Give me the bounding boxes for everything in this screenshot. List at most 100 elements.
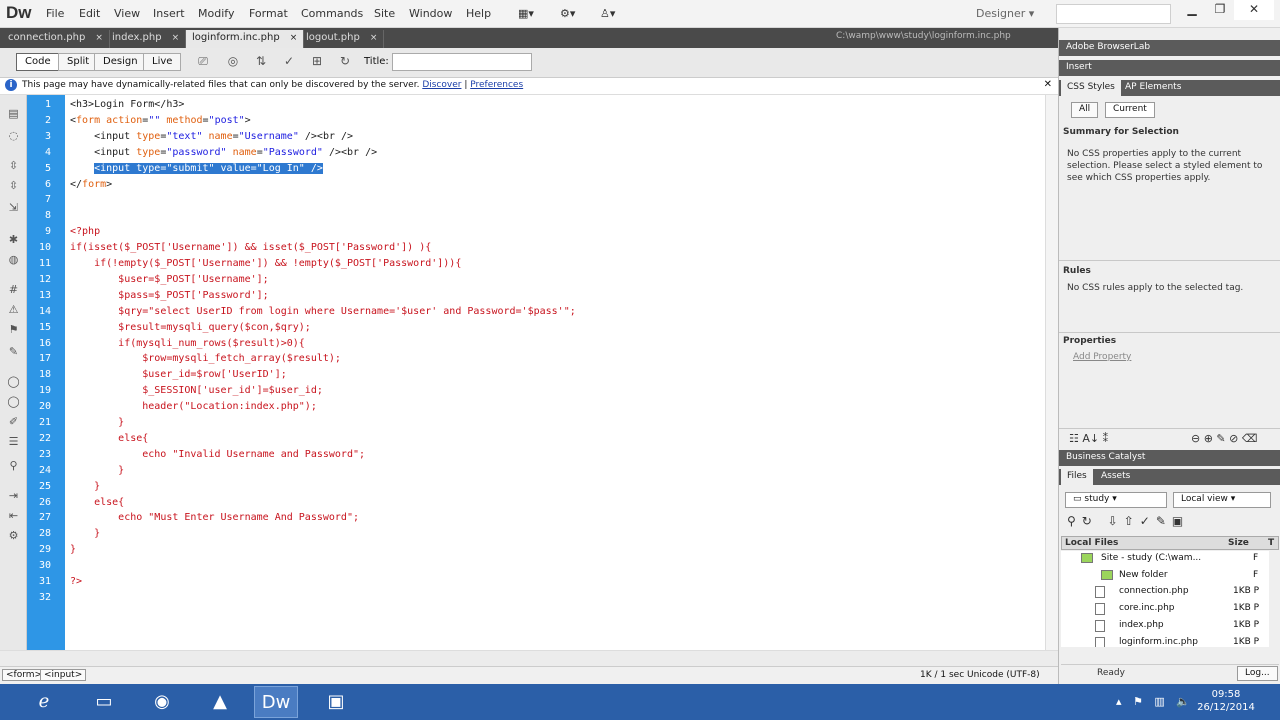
current-button[interactable]: Current xyxy=(1105,102,1155,118)
tab-assets[interactable]: Assets xyxy=(1095,469,1136,485)
code-line[interactable]: } xyxy=(70,544,76,555)
menu-window[interactable]: Window xyxy=(409,7,452,20)
file-management-icon[interactable]: ⇅ xyxy=(252,54,270,70)
tab-connection[interactable]: connection.php × xyxy=(2,30,110,48)
code-line[interactable]: <?php xyxy=(70,226,100,237)
log-button[interactable]: Log... xyxy=(1237,666,1278,681)
menu-modify[interactable]: Modify xyxy=(198,7,234,20)
code-line[interactable]: ?> xyxy=(70,576,82,587)
preferences-link[interactable]: Preferences xyxy=(470,80,523,90)
view-select[interactable]: Local view ▾ xyxy=(1173,492,1271,508)
browserlab-panel-header[interactable]: Adobe BrowserLab xyxy=(1059,40,1280,56)
file-explorer-icon[interactable]: ▭ xyxy=(82,686,126,718)
close-icon[interactable]: ✕ xyxy=(1234,0,1274,20)
code-line[interactable]: $user=$_POST['Username']; xyxy=(70,274,269,285)
code-line[interactable]: <input type="password" name="Password" /… xyxy=(70,147,377,158)
tab-files[interactable]: Files xyxy=(1061,469,1093,485)
panel-action-icons[interactable]: ⊖ ⊕ ✎ ⊘ ⌫ xyxy=(1191,432,1257,445)
info-icon[interactable]: ✎ xyxy=(6,345,21,359)
files-toolbar-icons[interactable]: ⚲↻ ⇩⇧✓✎▣ xyxy=(1067,514,1189,528)
syntax-error-icon[interactable]: ⚑ xyxy=(6,323,21,337)
code-line[interactable]: } xyxy=(70,417,124,428)
collapse-tag-icon[interactable]: ⇳ xyxy=(6,159,21,173)
apply-comment-icon[interactable]: ◯ xyxy=(6,375,21,389)
code-line[interactable]: $_SESSION['user_id']=$user_id; xyxy=(70,385,323,396)
all-button[interactable]: All xyxy=(1071,102,1099,118)
file-row[interactable]: New folder F xyxy=(1061,568,1269,584)
restore-icon[interactable]: ❐ xyxy=(1206,0,1234,20)
check-browser-icon[interactable]: ✓ xyxy=(280,54,298,70)
wrap-tag-icon[interactable]: ✐ xyxy=(6,415,21,429)
business-catalyst-header[interactable]: Business Catalyst xyxy=(1059,450,1280,466)
add-property-link[interactable]: Add Property xyxy=(1073,352,1131,362)
title-input[interactable] xyxy=(392,53,532,71)
taskbar-clock[interactable]: 09:58 26/12/2014 xyxy=(1196,688,1256,714)
code-editor[interactable]: <h3>Login Form</h3> <form action="" metho… xyxy=(65,95,1058,650)
show-code-navigator-icon[interactable]: ◌ xyxy=(6,129,21,143)
tab-css-styles[interactable]: CSS Styles xyxy=(1061,80,1121,96)
visual-aids-icon[interactable]: ⊞ xyxy=(308,54,326,70)
internet-explorer-icon[interactable]: ℯ xyxy=(22,686,66,718)
file-row[interactable]: loginform.inc.php 1KB P xyxy=(1061,635,1269,647)
code-line[interactable]: $result=mysqli_query($con,$qry); xyxy=(70,322,311,333)
indent-icon[interactable]: ⇥ xyxy=(6,489,21,503)
code-line[interactable]: $user_id=$row['UserID']; xyxy=(70,369,287,380)
tab-loginform[interactable]: loginform.inc.php × xyxy=(186,30,305,48)
file-row[interactable]: connection.php 1KB P xyxy=(1061,584,1269,600)
horizontal-scrollbar[interactable] xyxy=(0,650,1058,666)
code-line[interactable]: else{ xyxy=(70,433,148,444)
minimize-icon[interactable]: ▁ xyxy=(1178,0,1206,20)
close-icon[interactable]: ✕ xyxy=(1044,79,1052,90)
user-icon[interactable]: ♙▾ xyxy=(600,7,615,20)
design-view-button[interactable]: Design xyxy=(94,53,147,71)
insert-panel-header[interactable]: Insert xyxy=(1059,60,1280,76)
balance-braces-icon[interactable]: ◍ xyxy=(6,253,21,267)
menu-site[interactable]: Site xyxy=(374,7,395,20)
code-line[interactable]: if(mysqli_num_rows($result)>0){ xyxy=(70,338,305,349)
multiscreen-icon[interactable]: ⎚ xyxy=(194,54,212,70)
file-row[interactable]: Site - study (C:\wam... F xyxy=(1061,551,1269,567)
save-app-icon[interactable]: ▣ xyxy=(314,686,358,718)
code-line[interactable]: <input type="text" name="Username" /><br… xyxy=(70,131,353,142)
code-line[interactable]: if(isset($_POST['Username']) && isset($_… xyxy=(70,242,431,253)
site-select[interactable]: ▭ study ▾ xyxy=(1065,492,1167,508)
code-view-button[interactable]: Code xyxy=(16,53,60,71)
menu-edit[interactable]: Edit xyxy=(79,7,100,20)
tab-logout[interactable]: logout.php × xyxy=(300,30,385,48)
open-documents-icon[interactable]: ▤ xyxy=(6,107,21,121)
code-line[interactable]: <h3>Login Form</h3> xyxy=(70,99,184,110)
code-line[interactable]: $pass=$_POST['Password']; xyxy=(70,290,269,301)
code-line[interactable]: } xyxy=(70,528,100,539)
close-tab-icon[interactable]: × xyxy=(172,33,180,43)
file-row[interactable]: index.php 1KB P xyxy=(1061,618,1269,634)
code-line[interactable]: <input type="submit" value="Log In" /> xyxy=(70,162,323,174)
layout-icon[interactable]: ▦▾ xyxy=(518,7,534,20)
select-parent-tag-icon[interactable]: ✱ xyxy=(6,233,21,247)
code-line[interactable]: <form action="" method="post"> xyxy=(70,115,251,126)
outdent-icon[interactable]: ⇤ xyxy=(6,509,21,523)
code-line[interactable]: $row=mysqli_fetch_array($result); xyxy=(70,353,341,364)
menu-help[interactable]: Help xyxy=(466,7,491,20)
code-line[interactable]: echo "Must Enter Username And Password"; xyxy=(70,512,359,523)
menu-file[interactable]: File xyxy=(46,7,64,20)
code-line[interactable]: } xyxy=(70,465,124,476)
code-line[interactable]: else{ xyxy=(70,497,124,508)
close-tab-icon[interactable]: × xyxy=(95,33,103,43)
system-tray-icons[interactable]: ▴ ⚑ ▥ 🔈 xyxy=(1110,686,1200,718)
gear-icon[interactable]: ⚙▾ xyxy=(560,7,575,20)
recent-snippets-icon[interactable]: ☰ xyxy=(6,435,21,449)
move-css-icon[interactable]: ⚲ xyxy=(6,459,21,473)
discover-link[interactable]: Discover xyxy=(422,80,461,90)
dreamweaver-taskbar-icon[interactable]: Dw xyxy=(254,686,298,718)
code-line[interactable]: $qry="select UserID from login where Use… xyxy=(70,306,576,317)
remove-comment-icon[interactable]: ◯ xyxy=(6,395,21,409)
menu-commands[interactable]: Commands xyxy=(301,7,363,20)
breadcrumb-input[interactable]: <input> xyxy=(40,669,87,681)
menu-format[interactable]: Format xyxy=(249,7,288,20)
menu-insert[interactable]: Insert xyxy=(153,7,185,20)
collapse-selection-icon[interactable]: ⇳ xyxy=(6,179,21,193)
highlight-invalid-icon[interactable]: ⚠ xyxy=(6,303,21,317)
split-view-button[interactable]: Split xyxy=(58,53,99,71)
workspace-switcher[interactable]: Designer ▾ xyxy=(976,7,1034,20)
close-tab-icon[interactable]: × xyxy=(290,33,298,43)
